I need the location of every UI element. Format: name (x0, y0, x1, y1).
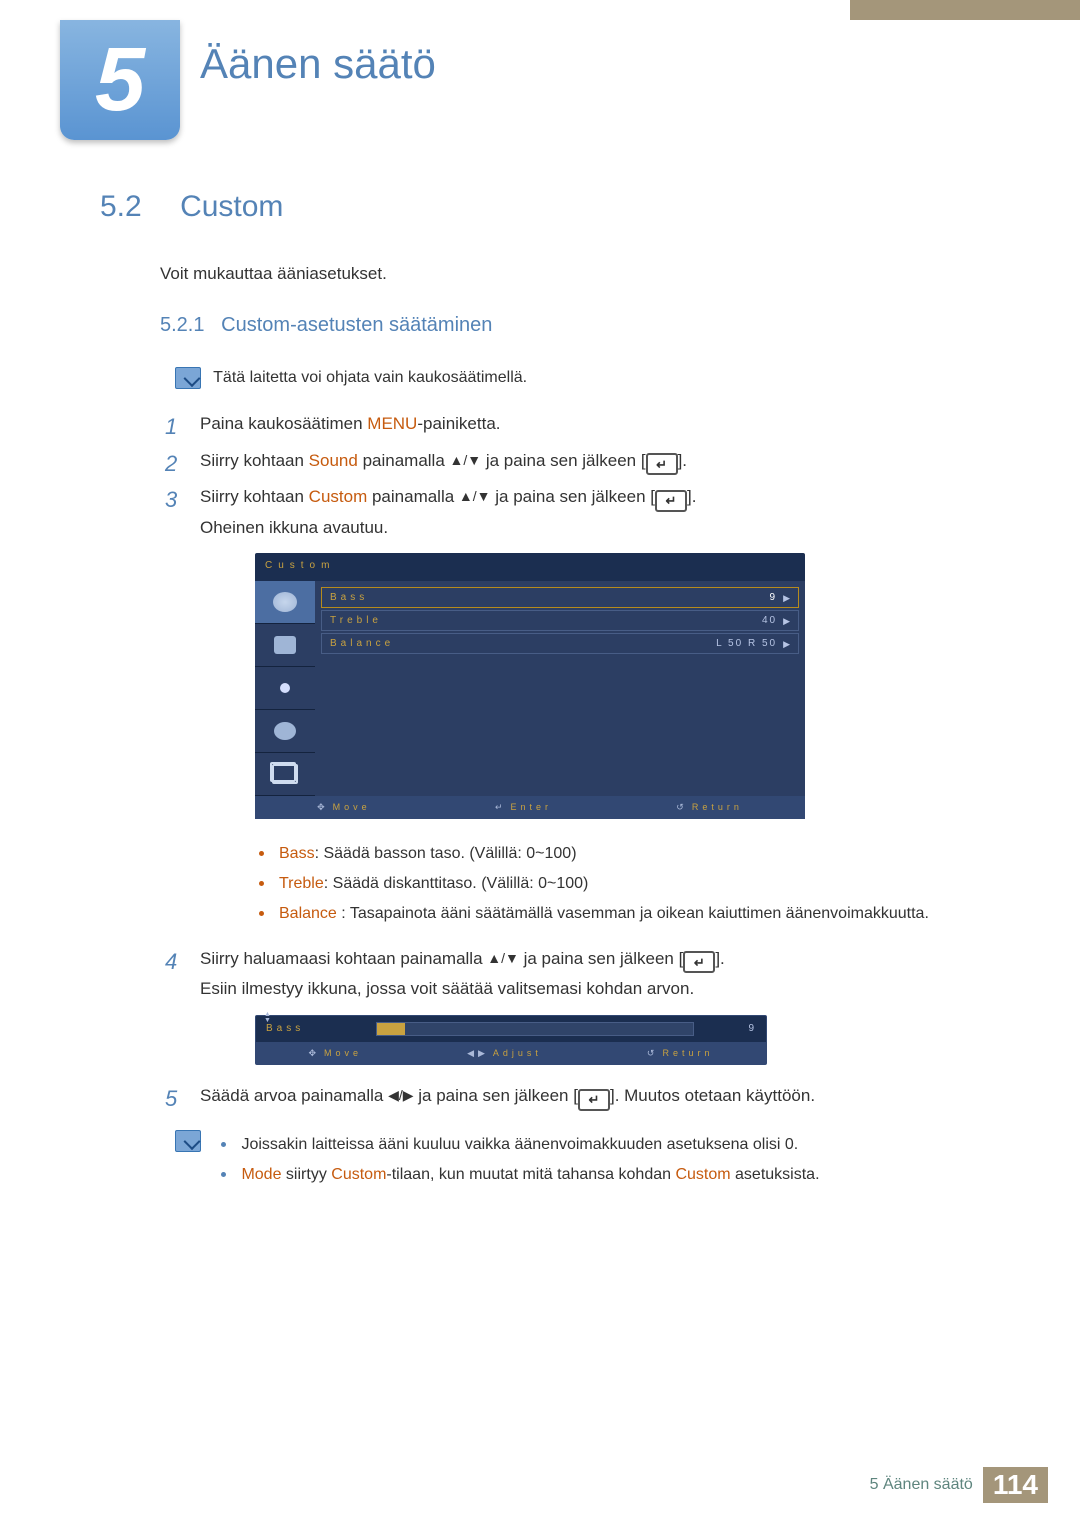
page-footer: 5 Äänen säätö 114 (870, 1467, 1048, 1503)
section-number: 5.2 (100, 190, 142, 223)
note-icon (175, 1130, 201, 1152)
step-4-cont: Esiin ilmestyy ikkuna, jossa voit säätää… (200, 974, 1000, 1005)
param-bullets: Bass: Säädä basson taso. (Välillä: 0~100… (255, 839, 1000, 930)
footer-text: 5 Äänen säätö (870, 1476, 973, 1494)
osd-icon-sound (255, 581, 315, 624)
top-stripe (850, 0, 1080, 20)
steps-list: Paina kaukosäätimen MENU-painiketta. Sii… (165, 409, 1000, 1112)
note2-bullets: Joissakin laitteissa ääni kuuluu vaikka … (217, 1130, 977, 1191)
osd-row-treble: Treble 40 ▶ (321, 610, 799, 631)
osd-icon-layers (255, 753, 315, 796)
kw-custom: Custom (309, 487, 368, 506)
osd-icon-picture (255, 624, 315, 667)
osd-rows: Bass 9 ▶ Treble 40 ▶ Balance L 50 R 50 (315, 581, 805, 796)
bullet-treble: Treble: Säädä diskanttitaso. (Välillä: 0… (255, 869, 1000, 899)
note-icon (175, 367, 201, 389)
osd-row-bass: Bass 9 ▶ (321, 587, 799, 608)
enter-icon: ↵ (655, 490, 687, 512)
osd-icon-gear (255, 710, 315, 753)
note-block-2: Joissakin laitteissa ääni kuuluu vaikka … (175, 1130, 1000, 1191)
enter-icon: ↵ (578, 1089, 610, 1111)
note-remote-only: Tätä laitetta voi ohjata vain kaukosääti… (175, 367, 1000, 389)
osd-row-balance: Balance L 50 R 50 ▶ (321, 633, 799, 654)
osd-side-icons (255, 581, 315, 796)
osd-title: Custom (255, 553, 805, 581)
subsection-heading: 5.2.1 Custom-asetusten säätäminen (160, 314, 1000, 337)
note-text: Tätä laitetta voi ohjata vain kaukosääti… (213, 369, 527, 386)
kw-menu: MENU (367, 414, 417, 433)
enter-icon: ↵ (683, 951, 715, 973)
section-heading: 5.2 Custom (100, 190, 1000, 224)
osd-custom-menu: Custom Bass 9 ▶ (255, 553, 805, 818)
osd-bass-adjust: ▲▼ Bass 9 ✥Move ◀▶Adjust ↺Return (255, 1015, 767, 1065)
step-5: Säädä arvoa painamalla ◀/▶ ja paina sen … (165, 1081, 1000, 1112)
kw-sound: Sound (309, 451, 358, 470)
chapter-tab: 5 (60, 20, 180, 140)
content: 5.2 Custom Voit mukauttaa ääniasetukset.… (100, 190, 1000, 1210)
note2-bullet-1: Joissakin laitteissa ääni kuuluu vaikka … (217, 1130, 977, 1160)
chapter-number: 5 (95, 29, 145, 132)
bullet-balance: Balance : Tasapainota ääni säätämällä va… (255, 899, 1000, 929)
step-3-cont: Oheinen ikkuna avautuu. (200, 513, 1000, 544)
updown-icon: ▲/▼ (450, 452, 482, 468)
section-intro: Voit mukauttaa ääniasetukset. (160, 264, 1000, 284)
osd-bass-bar (376, 1022, 694, 1036)
step-2: Siirry kohtaan Sound painamalla ▲/▼ ja p… (165, 446, 1000, 477)
enter-icon: ↵ (646, 453, 678, 475)
osd-footer: ✥Move ↵Enter ↺Return (255, 796, 805, 818)
osd-icon-dot (255, 667, 315, 710)
updown-icon: ▲/▼ (487, 950, 519, 966)
step-1: Paina kaukosäätimen MENU-painiketta. (165, 409, 1000, 440)
subsection-title: Custom-asetusten säätäminen (221, 314, 492, 336)
step-3: Siirry kohtaan Custom painamalla ▲/▼ ja … (165, 482, 1000, 930)
bullet-bass: Bass: Säädä basson taso. (Välillä: 0~100… (255, 839, 1000, 869)
section-title: Custom (180, 190, 283, 223)
page-number: 114 (983, 1467, 1048, 1503)
subsection-number: 5.2.1 (160, 314, 204, 336)
leftright-icon: ◀/▶ (388, 1087, 413, 1103)
updown-icon: ▲/▼ (459, 488, 491, 504)
step-4: Siirry haluamaasi kohtaan painamalla ▲/▼… (165, 944, 1000, 1065)
chapter-title: Äänen säätö (200, 40, 436, 88)
note2-bullet-2: Mode siirtyy Custom-tilaan, kun muutat m… (217, 1160, 977, 1190)
osd-bass-value: 9 (706, 1020, 756, 1038)
